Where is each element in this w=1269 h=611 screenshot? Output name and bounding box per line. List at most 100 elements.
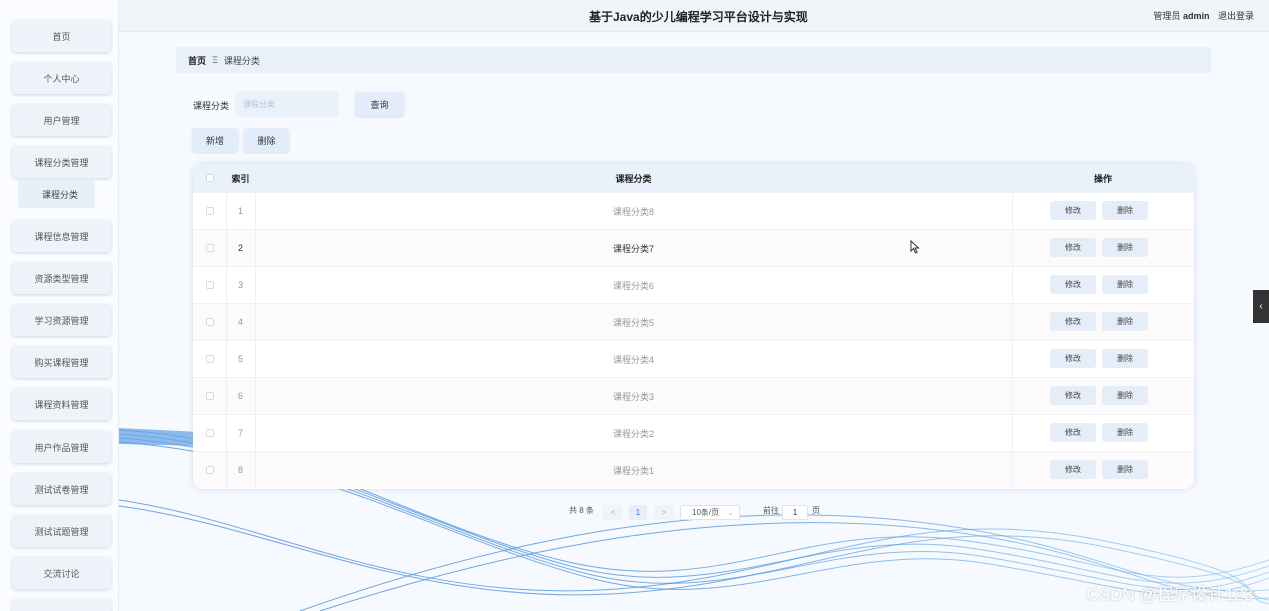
sidebar-item-user-works-management[interactable]: 用户作品管理 (12, 431, 111, 463)
delete-button[interactable]: 删除 (1102, 386, 1148, 405)
row-index: 2 (237, 243, 243, 253)
sidebar-item-home[interactable]: 首页 (12, 20, 111, 52)
table-row: 2 课程分类7 修改 删除 (193, 229, 1194, 266)
sidebar: 首页 个人中心 用户管理 课程分类管理 课程分类 课程信息管理 资源类型管理 学… (0, 0, 119, 611)
row-checkbox[interactable] (205, 244, 214, 252)
row-category-name: 课程分类5 (612, 317, 654, 328)
sidebar-item-discussion[interactable]: 交流讨论 (12, 557, 111, 589)
sidebar-item-learning-resource-management[interactable]: 学习资源管理 (12, 304, 111, 336)
row-index: 3 (237, 280, 243, 290)
edit-button[interactable]: 修改 (1050, 386, 1096, 405)
sidebar-item-course-material-management[interactable]: 课程资料管理 (12, 388, 111, 420)
collapse-panel-icon[interactable]: ‹ (1253, 290, 1269, 323)
row-category-name: 课程分类1 (612, 465, 654, 476)
row-checkbox-cell (193, 452, 226, 488)
select-all-checkbox[interactable] (205, 174, 214, 182)
row-checkbox-cell (193, 378, 226, 414)
header-checkbox-cell (193, 164, 226, 192)
delete-button[interactable]: 删除 (1102, 460, 1148, 479)
mouse-pointer-icon (910, 240, 920, 254)
goto-page-input[interactable]: 1 (782, 505, 808, 520)
row-checkbox[interactable] (205, 429, 214, 437)
user-area: 管理员 admin 退出登录 (1153, 9, 1254, 22)
row-category-name: 课程分类8 (612, 206, 654, 217)
table-row: 3 课程分类6 修改 删除 (193, 266, 1194, 303)
sidebar-item-more[interactable] (12, 599, 111, 611)
logout-link[interactable]: 退出登录 (1218, 11, 1254, 21)
username: admin (1182, 11, 1210, 21)
row-checkbox-cell (193, 415, 226, 451)
edit-button[interactable]: 修改 (1050, 275, 1096, 294)
row-checkbox-cell (193, 230, 226, 266)
site-title: 基于Java的少儿编程学习平台设计与实现 (589, 10, 808, 24)
table-row: 4 课程分类5 修改 删除 (193, 303, 1194, 340)
row-index: 1 (237, 206, 243, 216)
row-index: 5 (237, 354, 243, 364)
page-size-value: 10条/页 (692, 508, 720, 517)
breadcrumb-separator-icon: Ξ (212, 55, 218, 65)
edit-button[interactable]: 修改 (1050, 349, 1096, 368)
breadcrumb-current: 课程分类 (223, 55, 260, 66)
sidebar-item-user-management[interactable]: 用户管理 (12, 104, 111, 136)
delete-button[interactable]: 删除 (1102, 201, 1148, 220)
edit-button[interactable]: 修改 (1050, 312, 1096, 331)
top-bar: 基于Java的少儿编程学习平台设计与实现 管理员 admin 退出登录 (119, 0, 1269, 32)
sidebar-item-resource-type-management[interactable]: 资源类型管理 (12, 262, 111, 294)
add-button[interactable]: 新增 (192, 128, 238, 152)
row-checkbox[interactable] (205, 207, 214, 215)
row-index: 7 (237, 428, 243, 438)
edit-button[interactable]: 修改 (1050, 238, 1096, 257)
column-divider (255, 164, 256, 489)
sidebar-item-test-question-management[interactable]: 测试试题管理 (12, 515, 111, 547)
search-label: 课程分类 (193, 101, 230, 111)
row-checkbox[interactable] (205, 318, 214, 326)
delete-button[interactable]: 删除 (1102, 312, 1148, 331)
prev-page-button[interactable]: < (603, 505, 623, 520)
sidebar-item-course-info-management[interactable]: 课程信息管理 (12, 220, 111, 252)
page-size-select[interactable]: 10条/页 ⌄ (680, 505, 740, 520)
table-row: 5 课程分类4 修改 删除 (193, 340, 1194, 377)
row-index: 8 (237, 465, 243, 475)
page-number-current[interactable]: 1 (629, 505, 647, 520)
query-button[interactable]: 查询 (355, 92, 404, 116)
row-index: 6 (237, 391, 243, 401)
bulk-delete-button[interactable]: 删除 (244, 128, 289, 152)
sidebar-item-course-category-management[interactable]: 课程分类管理 (12, 146, 111, 178)
row-checkbox[interactable] (205, 466, 214, 474)
edit-button[interactable]: 修改 (1050, 460, 1096, 479)
row-category-name: 课程分类6 (612, 280, 654, 291)
row-checkbox[interactable] (205, 392, 214, 400)
sidebar-item-purchase-course-management[interactable]: 购买课程管理 (12, 346, 111, 378)
edit-button[interactable]: 修改 (1050, 201, 1096, 220)
breadcrumb-home[interactable]: 首页 (188, 54, 206, 67)
data-table: 索引 课程分类 操作 1 课程分类8 修改 删除 2 课程分类7 修改 删除 3 课程分类6 修改删… (193, 164, 1194, 489)
sidebar-subitem-course-category[interactable]: 课程分类 (18, 180, 95, 208)
watermark: CSDN @程序设计123 (1086, 585, 1253, 604)
header-index: 索引 (231, 173, 250, 184)
table-row: 7 课程分类2 修改 删除 (193, 414, 1194, 451)
search-input[interactable] (235, 91, 339, 117)
table-row: 1 课程分类8 修改 删除 (193, 192, 1194, 229)
delete-button[interactable]: 删除 (1102, 238, 1148, 257)
row-index: 4 (237, 317, 243, 327)
sidebar-item-test-paper-management[interactable]: 测试试卷管理 (12, 473, 111, 505)
row-checkbox-cell (193, 193, 226, 229)
row-category-name: 课程分类4 (612, 354, 654, 365)
header-operation: 操作 (1093, 173, 1112, 184)
delete-button[interactable]: 删除 (1102, 423, 1148, 442)
delete-button[interactable]: 删除 (1102, 349, 1148, 368)
row-category-name: 课程分类2 (612, 428, 654, 439)
goto-label: 前往 (763, 506, 779, 515)
row-checkbox[interactable] (205, 281, 214, 289)
user-role: 管理员 (1153, 11, 1181, 21)
next-page-button[interactable]: > (654, 505, 674, 520)
page-unit-label: 页 (812, 506, 820, 515)
edit-button[interactable]: 修改 (1050, 423, 1096, 442)
delete-button[interactable]: 删除 (1102, 275, 1148, 294)
sidebar-item-personal-center[interactable]: 个人中心 (12, 62, 111, 94)
column-divider (226, 164, 227, 489)
row-checkbox[interactable] (205, 355, 214, 363)
row-category-name: 课程分类7 (612, 243, 654, 254)
row-category-name: 课程分类3 (612, 391, 654, 402)
breadcrumb: 首页 Ξ 课程分类 (176, 47, 1211, 73)
